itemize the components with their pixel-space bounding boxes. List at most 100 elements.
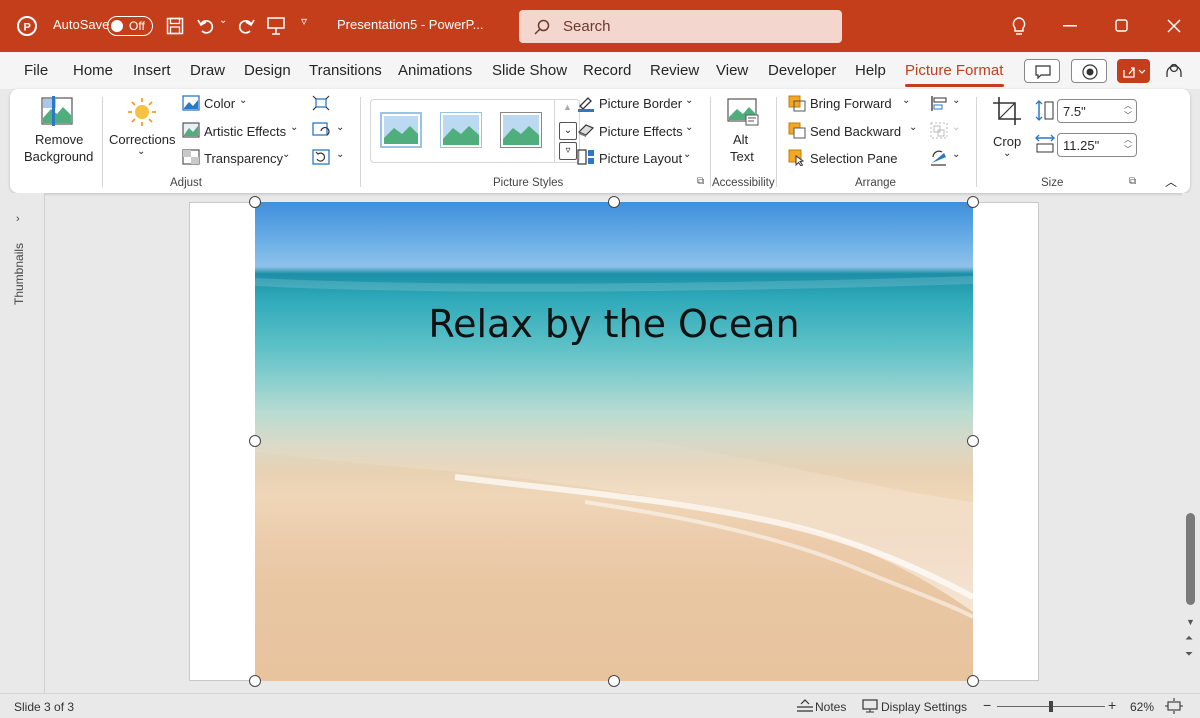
resize-handle-bottom-left[interactable] xyxy=(249,675,261,687)
picture-style-3[interactable] xyxy=(500,112,542,148)
picture-styles-launcher-icon[interactable]: ⧉ xyxy=(697,176,704,187)
share-button[interactable] xyxy=(1117,59,1150,83)
change-picture-icon[interactable] xyxy=(312,122,330,138)
tab-review[interactable]: Review xyxy=(650,62,699,79)
picture-border-dropdown-icon[interactable]: ⌄ xyxy=(685,95,693,106)
search-box[interactable]: Search xyxy=(519,10,842,43)
minimize-icon[interactable] xyxy=(1063,25,1077,27)
rotate-dropdown-icon[interactable]: ⌄ xyxy=(952,149,960,160)
compress-pictures-icon[interactable] xyxy=(312,95,330,111)
zoom-slider-thumb[interactable] xyxy=(1049,701,1053,712)
thumbnails-label[interactable]: Thumbnails xyxy=(12,243,26,305)
redo-icon[interactable] xyxy=(236,16,256,36)
change-picture-dropdown-icon[interactable]: ⌄ xyxy=(336,122,344,133)
customize-toolbar-icon[interactable]: ▿ xyxy=(301,14,307,28)
display-settings-button[interactable]: Display Settings xyxy=(881,700,967,714)
tab-developer[interactable]: Developer xyxy=(768,62,836,79)
close-icon[interactable] xyxy=(1167,19,1181,33)
align-dropdown-icon[interactable]: ⌄ xyxy=(952,95,960,106)
gallery-more-icon[interactable]: ▿ xyxy=(559,142,577,160)
resize-handle-left[interactable] xyxy=(249,435,261,447)
undo-dropdown-icon[interactable]: ⌄ xyxy=(219,15,227,26)
picture-style-1[interactable] xyxy=(380,112,422,148)
selection-pane-label[interactable]: Selection Pane xyxy=(810,151,897,166)
crop-label[interactable]: Crop xyxy=(993,134,1021,149)
previous-slide-icon[interactable]: ⏶ xyxy=(1185,633,1193,644)
group-objects-icon[interactable] xyxy=(930,122,948,139)
alt-text-label-1[interactable]: Alt xyxy=(733,132,748,147)
group-objects-dropdown-icon[interactable]: ⌄ xyxy=(952,122,960,133)
zoom-level[interactable]: 62% xyxy=(1130,700,1154,714)
copilot-icon[interactable] xyxy=(1164,62,1184,80)
ocean-picture[interactable]: Relax by the Ocean xyxy=(255,202,973,681)
width-input[interactable]: 11.25" ︿ ﹀ xyxy=(1057,133,1137,157)
slide-title[interactable]: Relax by the Ocean xyxy=(255,302,973,346)
picture-effects-dropdown-icon[interactable]: ⌄ xyxy=(685,122,693,133)
tab-animations[interactable]: Animations xyxy=(398,62,472,79)
size-launcher-icon[interactable]: ⧉ xyxy=(1129,176,1136,187)
color-dropdown-icon[interactable]: ⌄ xyxy=(239,95,247,106)
reset-picture-dropdown-icon[interactable]: ⌄ xyxy=(336,149,344,160)
tab-draw[interactable]: Draw xyxy=(190,62,225,79)
tab-home[interactable]: Home xyxy=(73,62,113,79)
color-label[interactable]: Color xyxy=(204,96,235,111)
resize-handle-bottom-right[interactable] xyxy=(967,675,979,687)
corrections-label[interactable]: Corrections xyxy=(109,132,175,147)
artistic-effects-dropdown-icon[interactable]: ⌄ xyxy=(290,122,298,133)
crop-dropdown-icon[interactable]: ⌄ xyxy=(1003,148,1011,159)
zoom-in-icon[interactable]: + xyxy=(1108,697,1116,713)
gallery-down-icon[interactable]: ⌄ xyxy=(559,122,577,140)
width-stepper-icon[interactable]: ︿ ﹀ xyxy=(1124,135,1132,155)
picture-style-2[interactable] xyxy=(440,112,482,148)
tab-help[interactable]: Help xyxy=(855,62,886,79)
scroll-down-icon[interactable]: ▼ xyxy=(1186,617,1195,627)
notes-button[interactable]: Notes xyxy=(815,700,846,714)
present-from-beginning-icon[interactable] xyxy=(266,16,286,36)
gallery-up-icon[interactable]: ▲ xyxy=(563,102,572,112)
undo-icon[interactable] xyxy=(196,16,216,36)
lightbulb-icon[interactable] xyxy=(1010,16,1028,36)
tab-design[interactable]: Design xyxy=(244,62,291,79)
bring-forward-label[interactable]: Bring Forward xyxy=(810,96,892,111)
next-slide-icon[interactable]: ⏷ xyxy=(1185,649,1193,660)
tab-file[interactable]: File xyxy=(24,62,48,79)
picture-border-label[interactable]: Picture Border xyxy=(599,96,682,111)
scrollbar-thumb[interactable] xyxy=(1186,513,1195,605)
collapse-ribbon-icon[interactable]: ︿ xyxy=(1165,173,1177,190)
send-backward-dropdown-icon[interactable]: ⌄ xyxy=(909,122,917,133)
send-backward-label[interactable]: Send Backward xyxy=(810,124,901,139)
tab-slide-show[interactable]: Slide Show xyxy=(492,62,567,79)
record-button[interactable] xyxy=(1071,59,1107,83)
expand-thumbnails-icon[interactable]: › xyxy=(16,213,20,225)
artistic-effects-label[interactable]: Artistic Effects xyxy=(204,124,286,139)
height-input[interactable]: 7.5" ︿ ﹀ xyxy=(1057,99,1137,123)
remove-background-label-2[interactable]: Background xyxy=(24,149,93,164)
tab-transitions[interactable]: Transitions xyxy=(309,62,382,79)
picture-layout-label[interactable]: Picture Layout xyxy=(599,151,682,166)
tab-picture-format[interactable]: Picture Format xyxy=(905,62,1003,79)
save-icon[interactable] xyxy=(166,17,184,35)
resize-handle-top-left[interactable] xyxy=(249,196,261,208)
bring-forward-dropdown-icon[interactable]: ⌄ xyxy=(902,95,910,106)
rotate-icon[interactable] xyxy=(930,149,948,166)
resize-handle-bottom[interactable] xyxy=(608,675,620,687)
tab-record[interactable]: Record xyxy=(583,62,631,79)
tab-view[interactable]: View xyxy=(716,62,748,79)
autosave-toggle[interactable]: Off xyxy=(107,16,153,36)
remove-background-label-1[interactable]: Remove xyxy=(35,132,83,147)
maximize-icon[interactable] xyxy=(1115,19,1128,32)
fit-slide-icon[interactable] xyxy=(1165,698,1183,714)
transparency-dropdown-icon[interactable]: ⌄ xyxy=(282,149,290,160)
corrections-dropdown-icon[interactable]: ⌄ xyxy=(137,146,145,157)
reset-picture-icon[interactable] xyxy=(312,149,330,165)
comments-button[interactable] xyxy=(1024,59,1060,83)
tab-insert[interactable]: Insert xyxy=(133,62,171,79)
vertical-scrollbar[interactable]: ▼ ⏶ ⏷ xyxy=(1182,193,1200,693)
resize-handle-top[interactable] xyxy=(608,196,620,208)
height-stepper-icon[interactable]: ︿ ﹀ xyxy=(1124,101,1132,121)
picture-effects-label[interactable]: Picture Effects xyxy=(599,124,683,139)
picture-layout-dropdown-icon[interactable]: ⌄ xyxy=(683,149,691,160)
alt-text-label-2[interactable]: Text xyxy=(730,149,754,164)
resize-handle-right[interactable] xyxy=(967,435,979,447)
align-icon[interactable] xyxy=(930,95,948,112)
